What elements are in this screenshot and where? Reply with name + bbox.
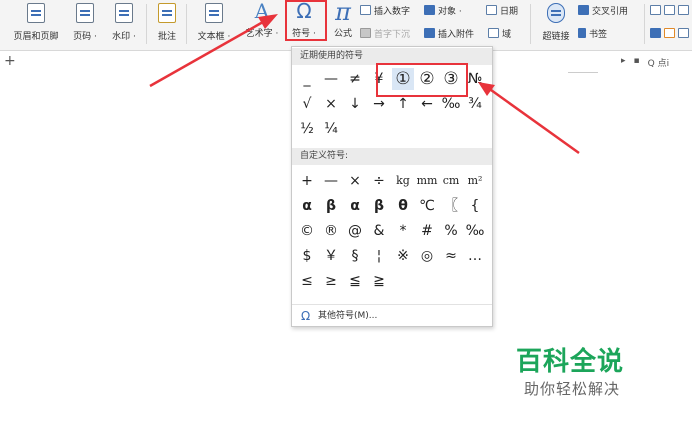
arrow-to-symbol-button xyxy=(149,20,264,88)
arrow-to-circled-numbers xyxy=(490,88,580,155)
watermark-logo-text: 百科全说 xyxy=(516,347,625,377)
arrow-head xyxy=(478,82,495,96)
arrow-head xyxy=(258,14,278,29)
watermark-slogan: 助你轻松解决 xyxy=(524,380,621,398)
